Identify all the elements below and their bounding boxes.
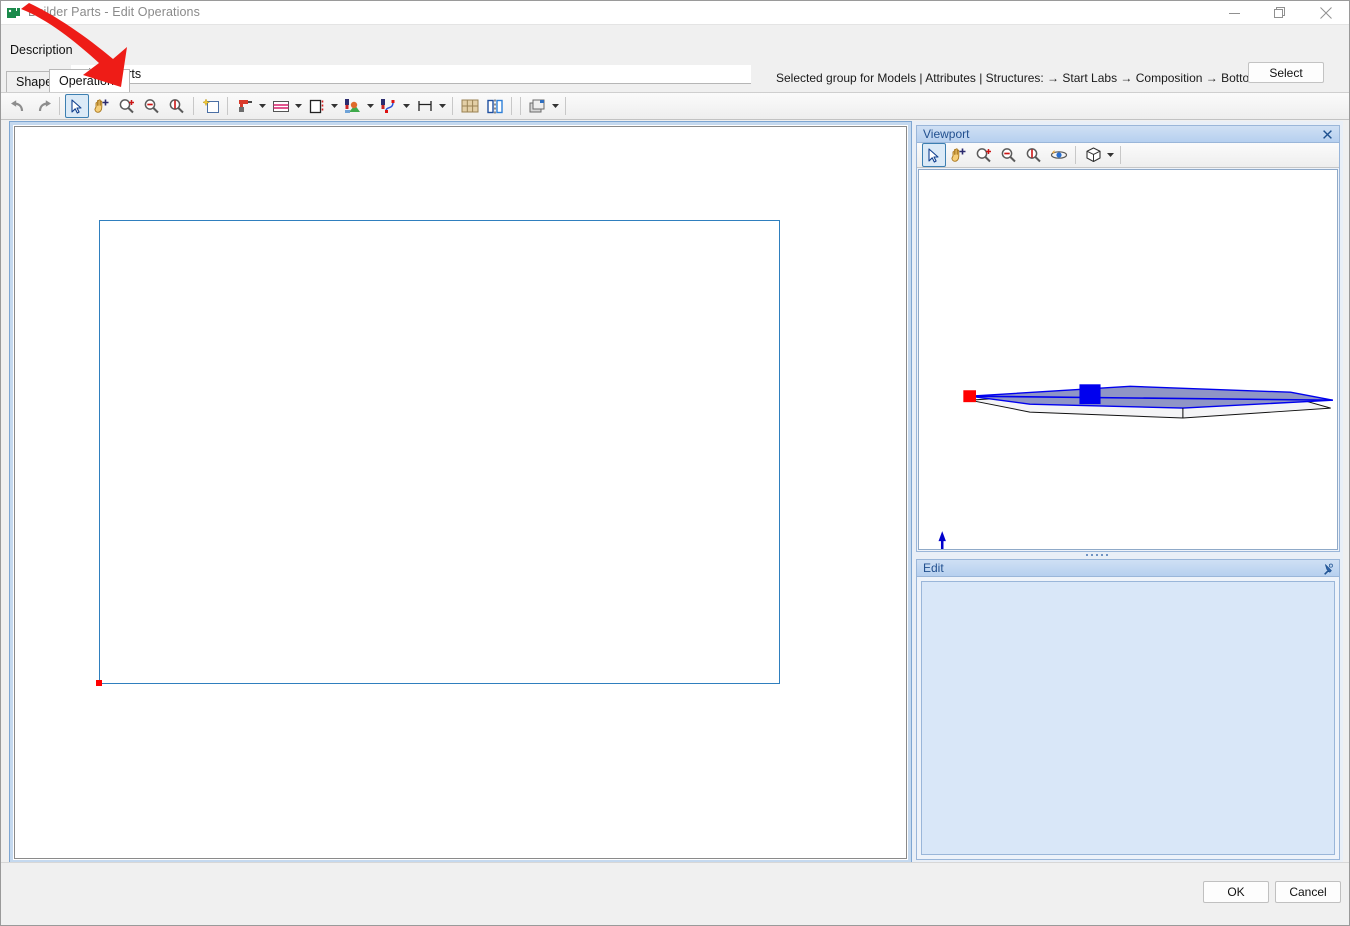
dimension-icon[interactable] [413, 94, 437, 118]
title-bar: Builder Parts - Edit Operations [1, 1, 1349, 25]
zoom-out-icon[interactable] [140, 94, 164, 118]
drill-tool-icon[interactable] [233, 94, 257, 118]
operations-sketch-canvas[interactable] [14, 126, 907, 859]
sketch-pane [9, 121, 912, 864]
chevron-down-icon[interactable] [550, 94, 561, 118]
builder-parts-icon [6, 5, 23, 21]
viewport-toolbar [917, 143, 1339, 168]
viewport-panel-title: Viewport [917, 126, 1339, 143]
viewport-panel: Viewport [916, 125, 1340, 552]
chevron-down-icon[interactable] [329, 94, 340, 118]
restore-icon[interactable] [1257, 1, 1303, 25]
pan-hand-icon[interactable] [947, 143, 971, 167]
edge-band-icon[interactable] [305, 94, 329, 118]
tab-operations[interactable]: Operations [49, 69, 131, 92]
main-content-area: Viewport Edit [9, 121, 1343, 864]
chevron-down-icon[interactable] [437, 94, 448, 118]
edit-panel: Edit [916, 559, 1340, 860]
zoom-out-icon[interactable] [997, 143, 1021, 167]
origin-marker [96, 680, 102, 686]
ok-button[interactable]: OK [1203, 881, 1269, 903]
toolbar-separator [452, 97, 453, 115]
viewport-title-label: Viewport [923, 127, 970, 141]
zoom-fit-icon[interactable] [1022, 143, 1046, 167]
tab-strip: Shape Operations [1, 69, 1349, 92]
axis-gizmo [938, 531, 946, 549]
cancel-button[interactable]: Cancel [1275, 881, 1341, 903]
toolbar-separator [1120, 146, 1121, 164]
chevron-down-icon[interactable] [1105, 143, 1116, 167]
paint-edge-icon[interactable] [341, 94, 365, 118]
pan-hand-icon[interactable] [90, 94, 114, 118]
chevron-down-icon[interactable] [257, 94, 268, 118]
close-icon[interactable] [1303, 1, 1349, 25]
window-controls [1211, 1, 1349, 25]
dialog-footer: OK Cancel [1, 862, 1349, 925]
description-row: Description Selected group for Models | … [1, 25, 1349, 85]
part-outline-shape[interactable] [99, 220, 780, 684]
window-title: Builder Parts - Edit Operations [28, 5, 200, 19]
panel-splitter[interactable] [1067, 552, 1127, 558]
select-arrow-icon[interactable] [65, 94, 89, 118]
edit-operations-window: Builder Parts - Edit Operations Descript… [0, 0, 1350, 926]
edit-panel-title: Edit [917, 560, 1339, 577]
zoom-in-icon[interactable] [115, 94, 139, 118]
toolbar-separator [59, 97, 60, 115]
zoom-in-icon[interactable] [972, 143, 996, 167]
layers-icon[interactable] [526, 94, 550, 118]
mirror-icon[interactable] [483, 94, 507, 118]
toolbar-separator [227, 97, 228, 115]
description-label: Description [10, 43, 73, 57]
view-cube-icon[interactable] [1081, 143, 1105, 167]
select-arrow-icon[interactable] [922, 143, 946, 167]
zoom-fit-icon[interactable] [165, 94, 189, 118]
redo-icon[interactable] [31, 94, 55, 118]
operations-toolbar [1, 92, 1349, 120]
edit-panel-body[interactable] [921, 581, 1335, 855]
undo-icon[interactable] [6, 94, 30, 118]
toolbar-separator [565, 97, 566, 115]
toolbar-separator [1075, 146, 1076, 164]
pin-icon[interactable] [1319, 560, 1336, 577]
edit-title-label: Edit [923, 561, 944, 575]
toolbar-separator [520, 97, 521, 115]
minimize-icon[interactable] [1211, 1, 1257, 25]
spline-cut-icon[interactable] [377, 94, 401, 118]
toolbar-separator [511, 97, 512, 115]
chevron-down-icon[interactable] [293, 94, 304, 118]
chevron-down-icon[interactable] [365, 94, 376, 118]
panel-3d-model [963, 384, 1333, 419]
node-marker [1079, 384, 1101, 405]
new-sketch-icon[interactable] [199, 94, 223, 118]
grid-parts-icon[interactable] [458, 94, 482, 118]
close-icon[interactable] [1319, 126, 1336, 143]
orbit-icon[interactable] [1047, 143, 1071, 167]
groove-lines-icon[interactable] [269, 94, 293, 118]
viewport-3d-canvas[interactable] [918, 169, 1338, 550]
right-panel-column: Viewport Edit [912, 121, 1343, 864]
start-marker [963, 390, 976, 403]
chevron-down-icon[interactable] [401, 94, 412, 118]
toolbar-separator [193, 97, 194, 115]
